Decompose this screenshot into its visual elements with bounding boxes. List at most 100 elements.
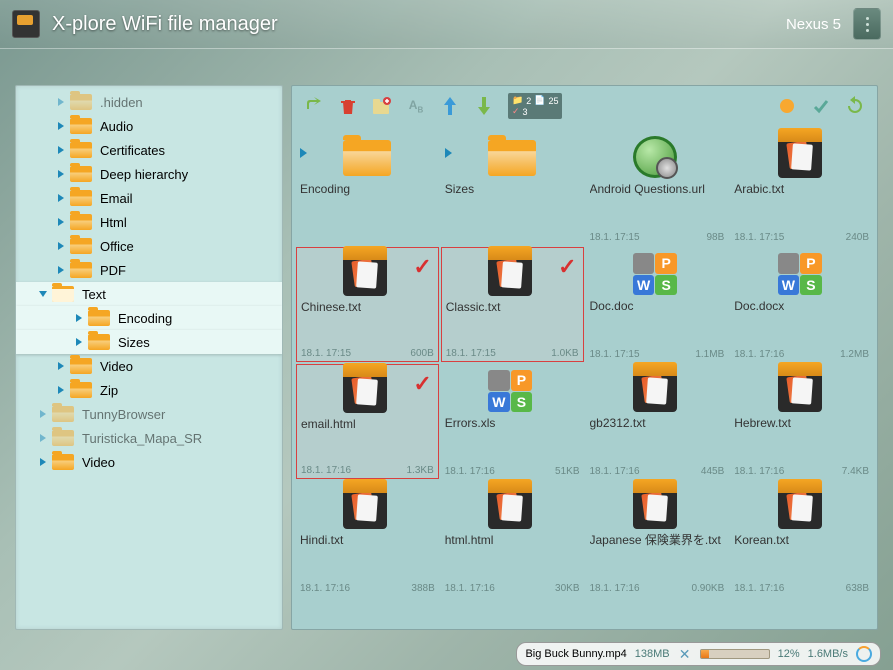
tree-label: Encoding bbox=[118, 311, 172, 326]
expand-arrow-icon[interactable] bbox=[58, 218, 64, 226]
expand-arrow-icon[interactable] bbox=[300, 148, 307, 158]
tree-label: Video bbox=[100, 359, 133, 374]
document-icon bbox=[343, 487, 391, 529]
office-icon: PWS bbox=[633, 253, 681, 295]
file-name: Android Questions.url bbox=[590, 182, 725, 196]
file-name: email.html bbox=[301, 417, 434, 431]
rename-button[interactable]: AB bbox=[402, 92, 430, 120]
transfer-progress bbox=[700, 649, 770, 659]
tree-item-audio[interactable]: Audio bbox=[16, 114, 282, 138]
file-item[interactable]: Japanese 保険業界を.txt18.1. 17:160.90KB bbox=[586, 481, 729, 596]
menu-button[interactable] bbox=[853, 8, 881, 40]
expand-arrow-icon[interactable] bbox=[58, 122, 64, 130]
file-name: Hindi.txt bbox=[300, 533, 435, 547]
folder-icon bbox=[70, 262, 92, 278]
expand-arrow-icon[interactable] bbox=[40, 410, 46, 418]
file-grid[interactable]: EncodingSizesAndroid Questions.url18.1. … bbox=[292, 126, 877, 629]
file-item[interactable]: PWSDoc.doc18.1. 17:151.1MB bbox=[586, 247, 729, 362]
tree-item-sizes[interactable]: Sizes bbox=[16, 330, 282, 354]
file-item[interactable]: Hindi.txt 18.1. 17:16388B bbox=[296, 481, 439, 596]
folder-icon bbox=[88, 310, 110, 326]
toolbar: AB 📁2 📄25 ✓3 bbox=[292, 86, 877, 126]
file-name: Sizes bbox=[445, 182, 580, 196]
file-meta: 18.1. 17:16388B bbox=[300, 583, 435, 594]
file-item[interactable]: PWSDoc.docx18.1. 17:161.2MB bbox=[730, 247, 873, 362]
expand-arrow-icon[interactable] bbox=[76, 314, 82, 322]
refresh-button[interactable] bbox=[841, 92, 869, 120]
tree-label: Audio bbox=[100, 119, 133, 134]
folder-tree[interactable]: .hidden Audio Certificates Deep hierarchyEm… bbox=[15, 85, 283, 630]
file-item[interactable]: ✓Chinese.txt18.1. 17:15600B bbox=[296, 247, 439, 362]
tree-item-pdf[interactable]: PDF bbox=[16, 258, 282, 282]
download-button[interactable] bbox=[470, 92, 498, 120]
upload-button[interactable] bbox=[436, 92, 464, 120]
file-name: html.html bbox=[445, 533, 580, 547]
folder-icon bbox=[70, 358, 92, 374]
tree-label: Zip bbox=[100, 383, 118, 398]
file-name: Arabic.txt bbox=[734, 182, 869, 196]
file-item[interactable]: html.html18.1. 17:1630KB bbox=[441, 481, 584, 596]
file-item[interactable]: ✓Classic.txt18.1. 17:151.0KB bbox=[441, 247, 584, 362]
tree-item-video[interactable]: Video bbox=[16, 354, 282, 378]
tree-item-email[interactable]: Email bbox=[16, 186, 282, 210]
tree-item-office[interactable]: Office bbox=[16, 234, 282, 258]
document-icon bbox=[633, 487, 681, 529]
file-item[interactable]: Encoding bbox=[296, 130, 439, 245]
up-button[interactable] bbox=[300, 92, 328, 120]
transfer-status: Big Buck Bunny.mp4 138MB ✕ 12% 1.6MB/s bbox=[516, 642, 881, 666]
office-icon: PWS bbox=[778, 253, 826, 295]
tree-item-turisticka-mapa-sr[interactable]: Turisticka_Mapa_SR bbox=[16, 426, 282, 450]
expand-arrow-icon[interactable] bbox=[58, 242, 64, 250]
tree-item-video[interactable]: Video bbox=[16, 450, 282, 474]
brightness-button[interactable] bbox=[773, 92, 801, 120]
tree-label: Certificates bbox=[100, 143, 165, 158]
file-item[interactable]: PWSErrors.xls18.1. 17:1651KB bbox=[441, 364, 584, 479]
expand-arrow-icon[interactable] bbox=[58, 362, 64, 370]
expand-arrow-icon[interactable] bbox=[40, 434, 46, 442]
folder-icon bbox=[70, 94, 92, 110]
file-name: Chinese.txt bbox=[301, 300, 434, 314]
tree-item-text[interactable]: Text bbox=[16, 282, 282, 306]
office-icon: PWS bbox=[488, 370, 536, 412]
expand-arrow-icon[interactable] bbox=[58, 98, 64, 106]
folder-icon bbox=[70, 214, 92, 230]
file-item[interactable]: gb2312.txt18.1. 17:16445B bbox=[586, 364, 729, 479]
expand-arrow-icon[interactable] bbox=[39, 291, 47, 297]
tree-item-html[interactable]: Html bbox=[16, 210, 282, 234]
new-folder-button[interactable] bbox=[368, 92, 396, 120]
expand-arrow-icon[interactable] bbox=[445, 148, 452, 158]
expand-arrow-icon[interactable] bbox=[76, 338, 82, 346]
tree-label: PDF bbox=[100, 263, 126, 278]
tree-item-zip[interactable]: Zip bbox=[16, 378, 282, 402]
folder-icon bbox=[70, 382, 92, 398]
expand-arrow-icon[interactable] bbox=[58, 194, 64, 202]
tree-item-tunnybrowser[interactable]: TunnyBrowser bbox=[16, 402, 282, 426]
expand-arrow-icon[interactable] bbox=[58, 170, 64, 178]
expand-arrow-icon[interactable] bbox=[58, 146, 64, 154]
tree-item-certificates[interactable]: Certificates bbox=[16, 138, 282, 162]
document-icon bbox=[778, 370, 826, 412]
file-item[interactable]: Android Questions.url18.1. 17:1598B bbox=[586, 130, 729, 245]
check-icon: ✓ bbox=[413, 254, 431, 280]
delete-button[interactable] bbox=[334, 92, 362, 120]
file-item[interactable]: Korean.txt18.1. 17:16638B bbox=[730, 481, 873, 596]
file-meta: 18.1. 17:15240B bbox=[734, 232, 869, 243]
folder-icon bbox=[70, 238, 92, 254]
cancel-transfer-button[interactable]: ✕ bbox=[678, 647, 692, 661]
file-item[interactable]: Sizes bbox=[441, 130, 584, 245]
expand-arrow-icon[interactable] bbox=[40, 458, 46, 466]
selection-counts: 📁2 📄25 ✓3 bbox=[508, 93, 562, 119]
folder-icon bbox=[488, 136, 536, 178]
tree-item--hidden[interactable]: .hidden bbox=[16, 90, 282, 114]
file-item[interactable]: ✓email.html18.1. 17:161.3KB bbox=[296, 364, 439, 479]
document-icon bbox=[488, 254, 536, 296]
file-item[interactable]: Arabic.txt 18.1. 17:15240B bbox=[730, 130, 873, 245]
content-panel: AB 📁2 📄25 ✓3 EncodingSizesAndr bbox=[291, 85, 878, 630]
expand-arrow-icon[interactable] bbox=[58, 386, 64, 394]
tree-item-encoding[interactable]: Encoding bbox=[16, 306, 282, 330]
expand-arrow-icon[interactable] bbox=[58, 266, 64, 274]
tree-label: Sizes bbox=[118, 335, 150, 350]
select-all-button[interactable] bbox=[807, 92, 835, 120]
tree-item-deep-hierarchy[interactable]: Deep hierarchy bbox=[16, 162, 282, 186]
file-item[interactable]: Hebrew.txt18.1. 17:167.4KB bbox=[730, 364, 873, 479]
